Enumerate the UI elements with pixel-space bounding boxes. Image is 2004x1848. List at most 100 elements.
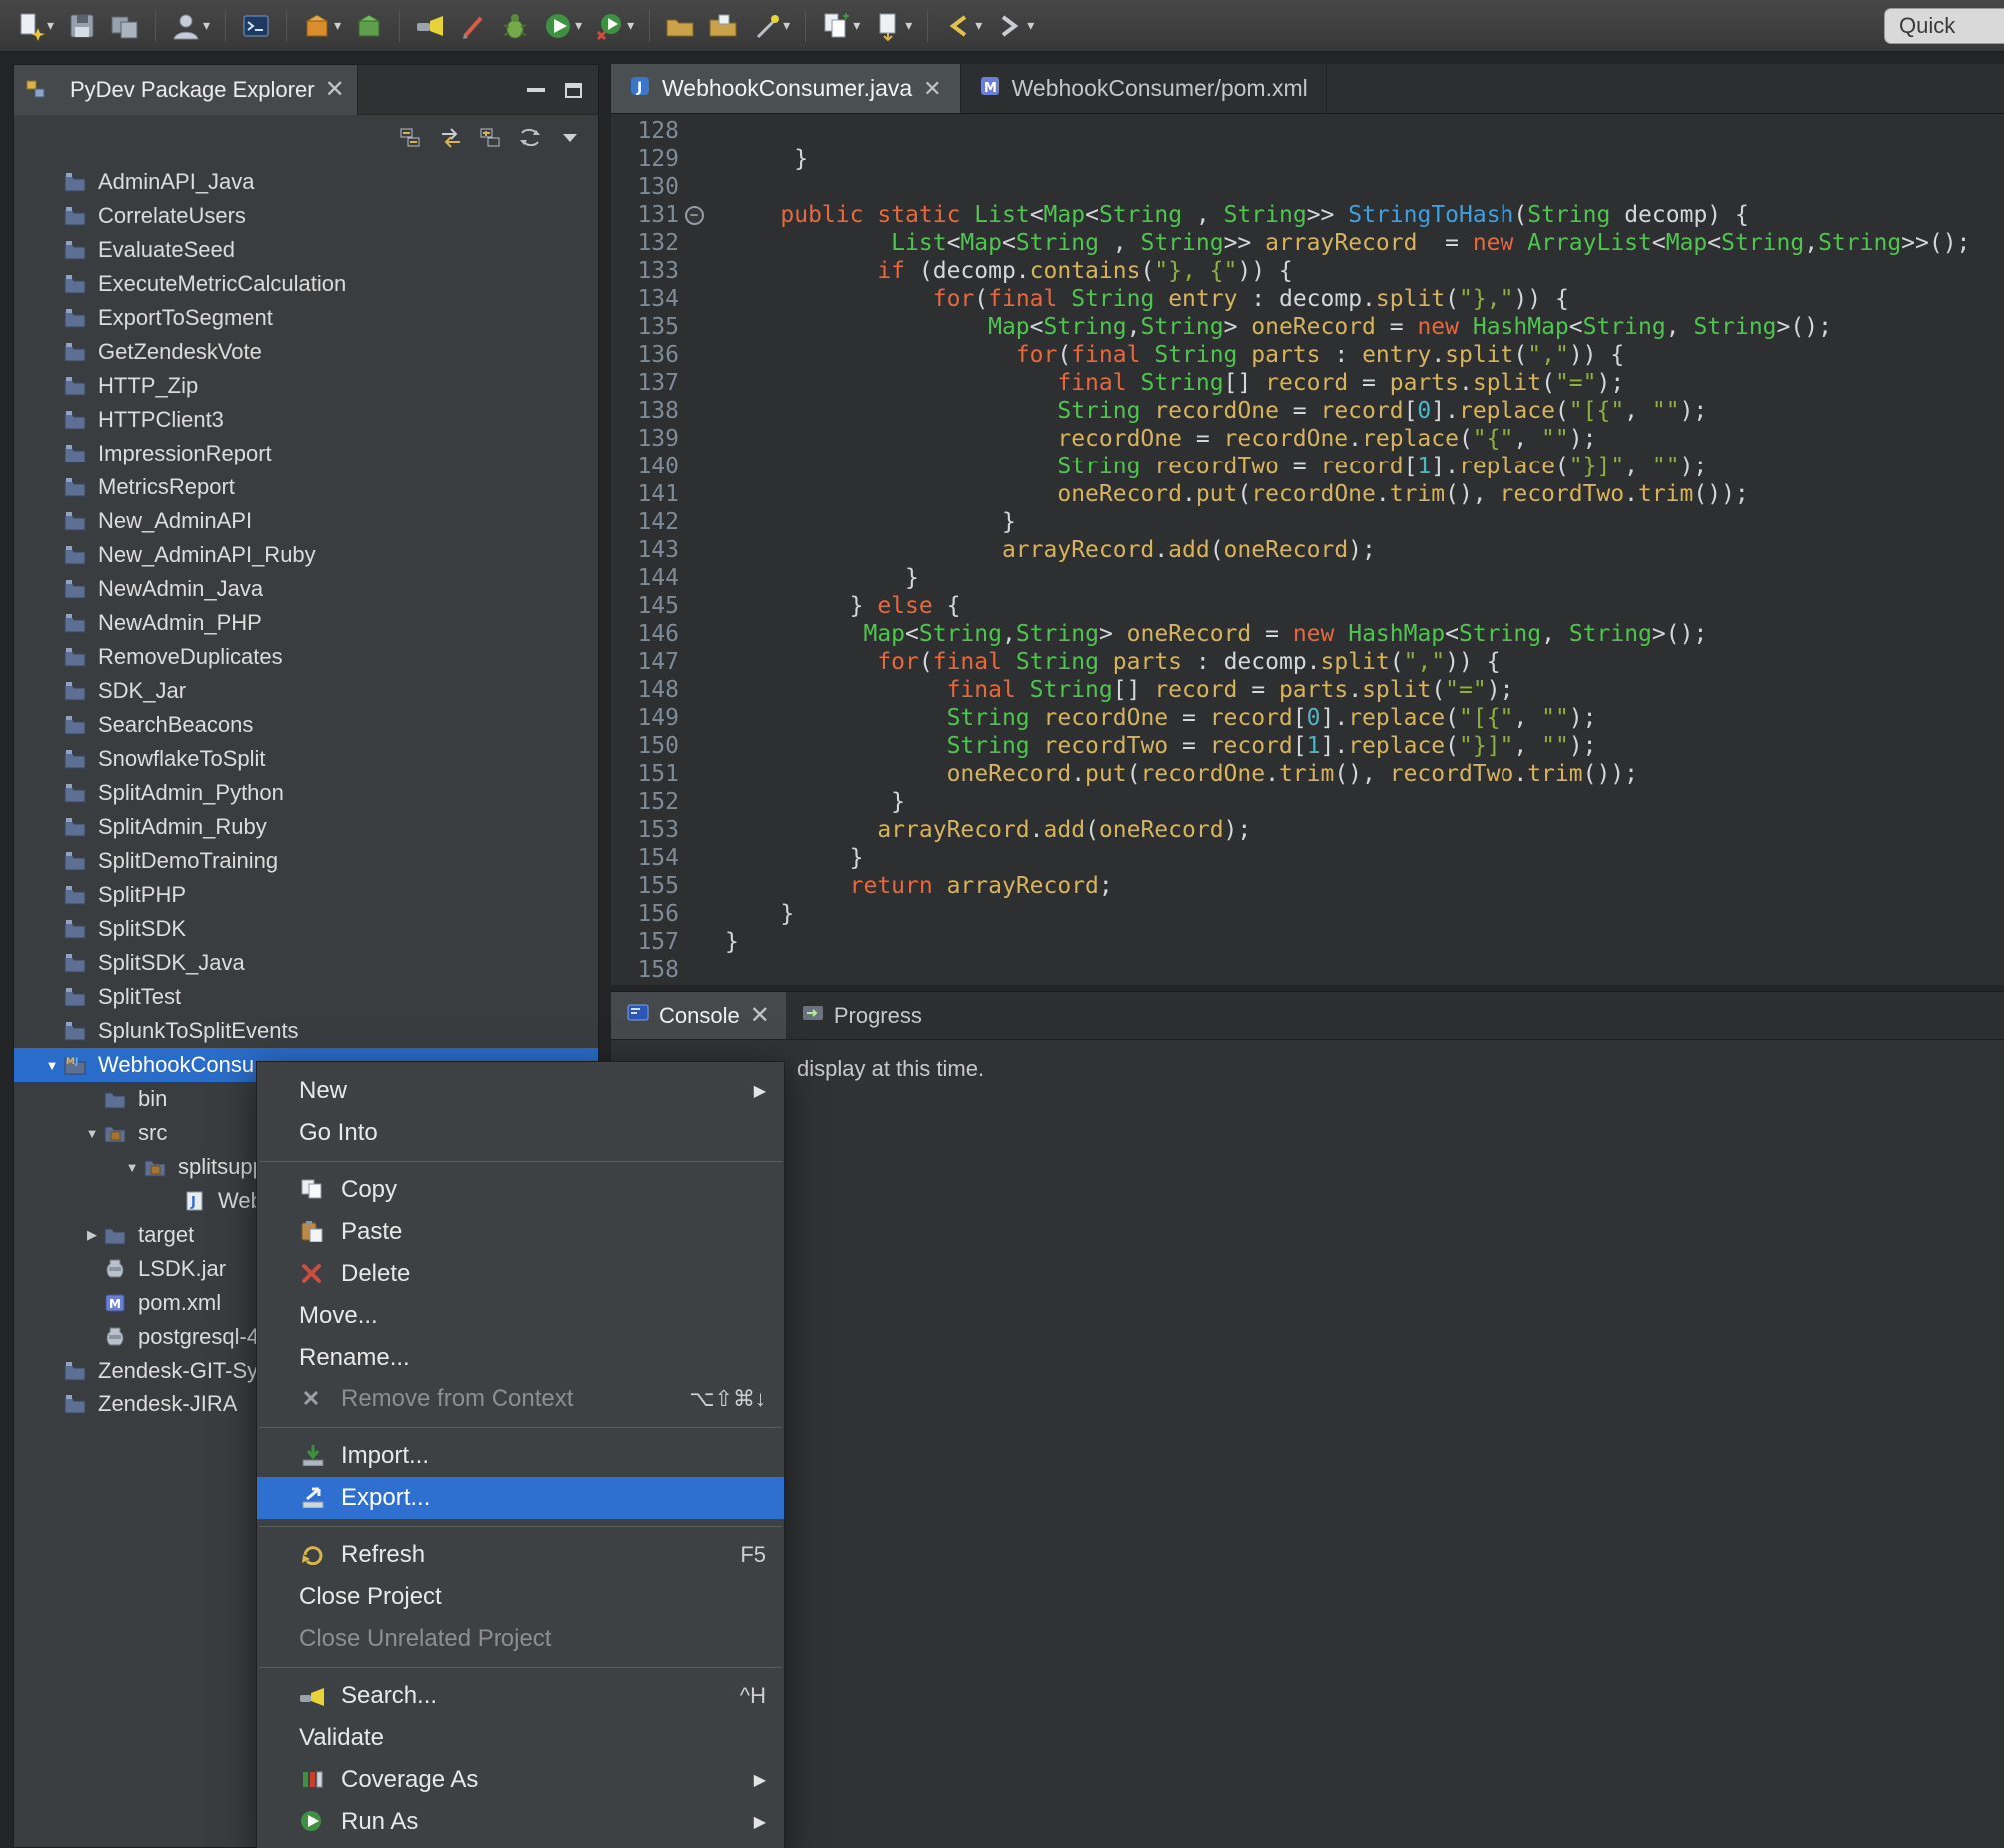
console-message: display at this time. [611, 1040, 2004, 1082]
tree-item-splitsdk[interactable]: SplitSDK [14, 912, 598, 946]
code-line: String recordTwo = record[1].replace("}]… [725, 453, 2004, 480]
menu-item-refresh[interactable]: RefreshF5 [257, 1534, 784, 1576]
menu-item-new[interactable]: New▶ [257, 1070, 784, 1112]
tree-item-getzendeskvote[interactable]: GetZendeskVote [14, 335, 598, 369]
tree-item-splittest[interactable]: SplitTest [14, 980, 598, 1014]
pydev-console-button[interactable] [236, 5, 276, 47]
back-button[interactable]: ▾ [938, 5, 987, 47]
tree-item-searchbeacons[interactable]: SearchBeacons [14, 708, 598, 742]
menu-item-export-[interactable]: Export... [257, 1477, 784, 1519]
menu-item-import-[interactable]: Import... [257, 1435, 784, 1477]
collapse-all-icon[interactable] [399, 126, 423, 153]
tree-item-splitsdk-java[interactable]: SplitSDK_Java [14, 946, 598, 980]
menu-item-rename-[interactable]: Rename... [257, 1337, 784, 1379]
new-java-project-button[interactable] [349, 5, 389, 47]
jar-icon [104, 1327, 128, 1347]
close-view-icon[interactable]: ✕ [325, 78, 345, 102]
menu-item-close-unrelated-project[interactable]: Close Unrelated Project [257, 1618, 784, 1660]
menu-item-coverage-as[interactable]: Coverage As▶ [257, 1759, 784, 1801]
tree-item-splitadmin-ruby[interactable]: SplitAdmin_Ruby [14, 810, 598, 844]
tab-pydev-package-explorer[interactable]: PyDev Package Explorer ✕ [14, 65, 358, 115]
tree-item-exporttosegment[interactable]: ExportToSegment [14, 301, 598, 335]
code-line: } [725, 788, 2004, 816]
magic-wand-button[interactable]: ▾ [746, 5, 795, 47]
code-line: } [725, 508, 2004, 536]
forward-button[interactable]: ▾ [990, 5, 1039, 47]
new-wizard-button[interactable]: ▾ [10, 5, 59, 47]
minimize-icon[interactable] [527, 88, 545, 92]
tree-item-splitadmin-python[interactable]: SplitAdmin_Python [14, 776, 598, 810]
tree-item-splitphp[interactable]: SplitPHP [14, 878, 598, 912]
open-file-button[interactable] [703, 5, 743, 47]
tree-item-correlateusers[interactable]: CorrelateUsers [14, 199, 598, 233]
project-icon [64, 783, 88, 803]
save-all-button[interactable] [105, 5, 145, 47]
tree-item-httpclient3[interactable]: HTTPClient3 [14, 403, 598, 437]
quick-access-input[interactable]: Quick [1884, 8, 2004, 44]
menu-item-run-as[interactable]: Run As▶ [257, 1801, 784, 1843]
expand-arrow-icon[interactable]: ▶ [80, 1227, 104, 1243]
profile-button[interactable]: ▾ [590, 5, 639, 47]
expand-arrow-icon[interactable]: ▼ [80, 1126, 104, 1141]
tree-item-splitdemotraining[interactable]: SplitDemoTraining [14, 844, 598, 878]
menu-item-validate[interactable]: Validate [257, 1717, 784, 1759]
save-button[interactable] [62, 5, 102, 47]
tree-item-executemetriccalculation[interactable]: ExecuteMetricCalculation [14, 267, 598, 301]
tree-item-new-adminapi[interactable]: New_AdminAPI [14, 504, 598, 538]
run-button[interactable]: ▾ [538, 5, 587, 47]
tree-item-new-adminapi-ruby[interactable]: New_AdminAPI_Ruby [14, 538, 598, 572]
tree-item-http-zip[interactable]: HTTP_Zip [14, 369, 598, 403]
new-java-package-button[interactable]: ▾ [297, 5, 346, 47]
menu-item-move-[interactable]: Move... [257, 1295, 784, 1337]
menu-item-copy[interactable]: Copy [257, 1169, 784, 1211]
editor-tab-webhookconsumer-pom-xml[interactable]: MWebhookConsumer/pom.xml [961, 64, 1327, 113]
next-annotation-button[interactable]: ▾ [868, 5, 917, 47]
tree-item-splunktosplitevents[interactable]: SplunkToSplitEvents [14, 1014, 598, 1048]
tree-item-impressionreport[interactable]: ImpressionReport [14, 437, 598, 470]
menu-item-search-[interactable]: Search...^H [257, 1675, 784, 1717]
tree-item-label: Zendesk-JIRA [98, 1391, 237, 1417]
tree-item-metricsreport[interactable]: MetricsReport [14, 470, 598, 504]
link-with-editor-icon[interactable] [439, 126, 463, 153]
expand-arrow-icon[interactable]: ▼ [120, 1160, 144, 1175]
tree-item-label: SplitSDK_Java [98, 950, 245, 976]
debug-button[interactable] [496, 5, 535, 47]
menu-item-paste[interactable]: Paste [257, 1211, 784, 1253]
maximize-icon[interactable] [565, 83, 582, 98]
line-number-gutter[interactable]: 128129130131−132133134135136137138139140… [611, 114, 713, 985]
open-resource-button[interactable] [660, 5, 700, 47]
menu-item-close-project[interactable]: Close Project [257, 1576, 784, 1618]
code-token [1127, 370, 1141, 396]
tree-item-newadmin-php[interactable]: NewAdmin_PHP [14, 606, 598, 640]
close-tab-icon[interactable]: ✕ [923, 77, 941, 101]
console-tab-progress[interactable]: Progress [786, 992, 938, 1039]
code-token: "=" [1555, 370, 1597, 396]
tree-item-newadmin-java[interactable]: NewAdmin_Java [14, 572, 598, 606]
code-line: } [725, 564, 2004, 592]
tree-item-evaluateseed[interactable]: EvaluateSeed [14, 233, 598, 267]
user-profile-button[interactable]: ▾ [166, 5, 215, 47]
mark-occurrences-button[interactable] [453, 5, 493, 47]
console-tab-console[interactable]: Console✕ [611, 992, 786, 1039]
tree-item-adminapi-java[interactable]: AdminAPI_Java [14, 165, 598, 199]
code-token: "}, {" [1154, 258, 1237, 284]
menu-item-label: Validate [299, 1724, 384, 1752]
expand-all-icon[interactable] [479, 126, 502, 153]
view-menu-icon[interactable] [558, 126, 582, 153]
tree-item-removeduplicates[interactable]: RemoveDuplicates [14, 640, 598, 674]
fold-collapse-icon[interactable]: − [685, 206, 704, 225]
menu-item-go-into[interactable]: Go Into [257, 1112, 784, 1154]
code-editor[interactable]: 128129130131−132133134135136137138139140… [611, 114, 2004, 985]
new-snippet-button[interactable]: ▾ [816, 5, 865, 47]
close-tab-icon[interactable]: ✕ [750, 1004, 770, 1028]
editor-tab-webhookconsumer-java[interactable]: JWebhookConsumer.java✕ [611, 64, 961, 113]
sync-selection-icon[interactable] [518, 126, 542, 153]
menu-item-remove-from-context[interactable]: Remove from Context⌥⇧⌘↓ [257, 1379, 784, 1420]
tree-item-sdk-jar[interactable]: SDK_Jar [14, 674, 598, 708]
search-flashlight-button[interactable] [410, 5, 450, 47]
tree-item-snowflaketosplit[interactable]: SnowflakeToSplit [14, 742, 598, 776]
code-token: parts [1251, 342, 1320, 368]
code-text[interactable]: } public static List<Map<String , String… [713, 114, 2004, 985]
menu-item-delete[interactable]: Delete [257, 1253, 784, 1295]
expand-arrow-icon[interactable]: ▼ [40, 1058, 64, 1073]
